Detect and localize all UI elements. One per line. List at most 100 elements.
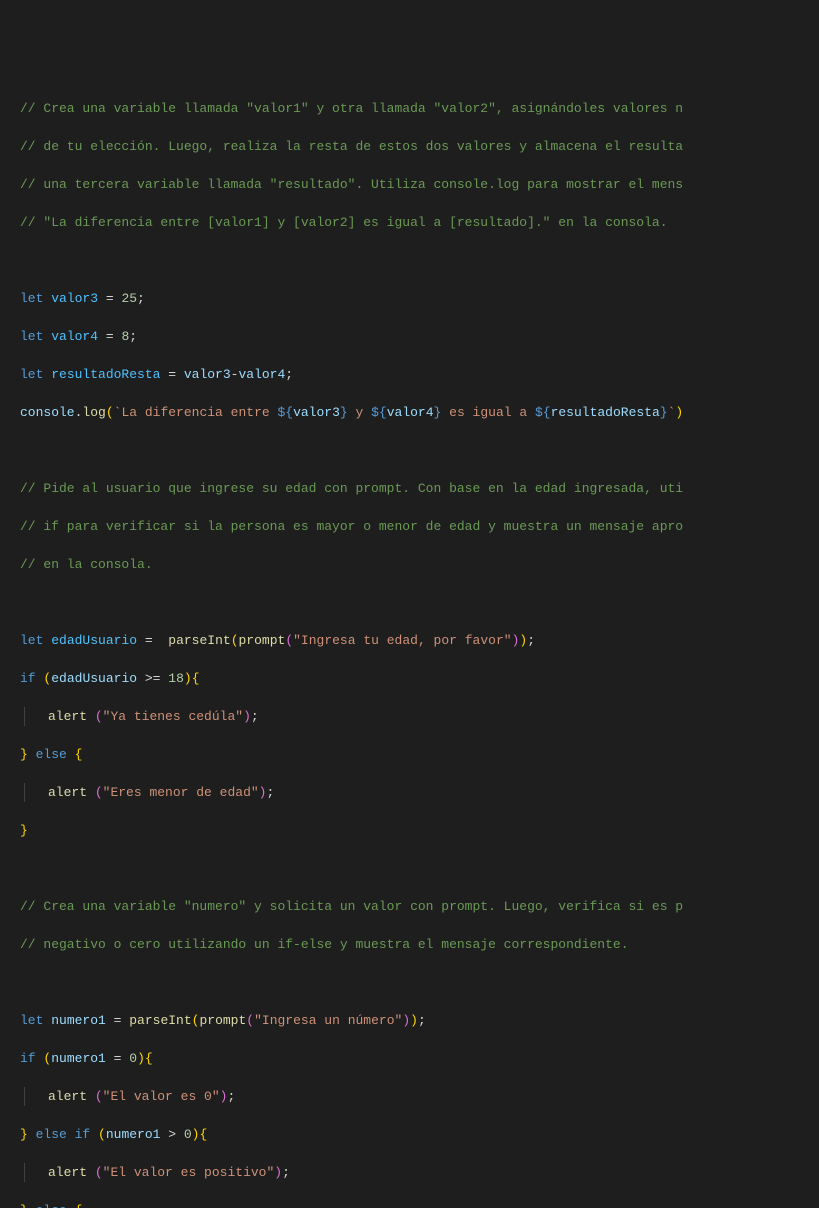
comment: // en la consola. bbox=[20, 557, 153, 572]
punct: ; bbox=[129, 329, 137, 344]
operator: = bbox=[160, 367, 183, 382]
brace: { bbox=[75, 747, 83, 762]
keyword-let: let bbox=[20, 633, 43, 648]
string: "Ingresa tu edad, por favor" bbox=[293, 633, 511, 648]
operator: = bbox=[137, 633, 160, 648]
code-line bbox=[0, 593, 819, 612]
func-alert: alert bbox=[48, 1165, 87, 1180]
comment: // Pide al usuario que ingrese su edad c… bbox=[20, 481, 683, 496]
code-line: // "La diferencia entre [valor1] y [valo… bbox=[0, 213, 819, 232]
punct: ; bbox=[251, 709, 259, 724]
paren: ) bbox=[220, 1089, 228, 1104]
brace: { bbox=[75, 1203, 83, 1208]
variable: numero1 bbox=[51, 1051, 106, 1066]
comment: // negativo o cero utilizando un if-else… bbox=[20, 937, 629, 952]
code-line: let edadUsuario = parseInt(prompt("Ingre… bbox=[0, 631, 819, 650]
operator: >= bbox=[137, 671, 168, 686]
paren: ( bbox=[95, 785, 103, 800]
func-prompt: prompt bbox=[199, 1013, 246, 1028]
variable: valor3 bbox=[184, 367, 231, 382]
operator: = bbox=[98, 329, 121, 344]
func-parseInt: parseInt bbox=[168, 633, 230, 648]
paren: ) bbox=[512, 633, 520, 648]
brace: { bbox=[192, 671, 200, 686]
comment: // if para verificar si la persona es ma… bbox=[20, 519, 683, 534]
code-line: let resultadoResta = valor3-valor4; bbox=[0, 365, 819, 384]
code-line bbox=[0, 251, 819, 270]
tpl-open: ${ bbox=[371, 405, 387, 420]
brace: } bbox=[20, 1127, 28, 1142]
punct: ; bbox=[266, 785, 274, 800]
code-line: let numero1 = parseInt(prompt("Ingresa u… bbox=[0, 1011, 819, 1030]
paren: ) bbox=[184, 671, 192, 686]
code-line: alert ("Ya tienes cedúla"); bbox=[0, 707, 819, 726]
variable: edadUsuario bbox=[51, 671, 137, 686]
keyword-let: let bbox=[20, 367, 43, 382]
paren: ( bbox=[43, 671, 51, 686]
variable: numero1 bbox=[106, 1127, 161, 1142]
space bbox=[160, 633, 168, 648]
string: y bbox=[348, 405, 371, 420]
string: `La diferencia entre bbox=[114, 405, 278, 420]
paren: ) bbox=[410, 1013, 418, 1028]
keyword-let: let bbox=[20, 291, 43, 306]
keyword-let: let bbox=[20, 329, 43, 344]
code-line bbox=[0, 441, 819, 460]
code-line bbox=[0, 859, 819, 878]
number: 25 bbox=[121, 291, 137, 306]
paren: ( bbox=[95, 1165, 103, 1180]
brace: } bbox=[20, 747, 28, 762]
tpl-open: ${ bbox=[277, 405, 293, 420]
operator: = bbox=[98, 291, 121, 306]
code-line bbox=[0, 973, 819, 992]
func-parseInt: parseInt bbox=[129, 1013, 191, 1028]
code-line: // una tercera variable llamada "resulta… bbox=[0, 175, 819, 194]
comment: // "La diferencia entre [valor1] y [valo… bbox=[20, 215, 668, 230]
number: 18 bbox=[168, 671, 184, 686]
space bbox=[87, 709, 95, 724]
string: "El valor es positivo" bbox=[103, 1165, 275, 1180]
code-line: alert ("El valor es positivo"); bbox=[0, 1163, 819, 1182]
space bbox=[87, 1165, 95, 1180]
tpl-open: ${ bbox=[535, 405, 551, 420]
code-editor[interactable]: // Crea una variable llamada "valor1" y … bbox=[0, 80, 819, 1208]
code-line: alert ("El valor es 0"); bbox=[0, 1087, 819, 1106]
brace: { bbox=[145, 1051, 153, 1066]
operator: = bbox=[106, 1051, 129, 1066]
punct: ; bbox=[527, 633, 535, 648]
func-alert: alert bbox=[48, 785, 87, 800]
comment: // de tu elección. Luego, realiza la res… bbox=[20, 139, 683, 154]
paren: ) bbox=[402, 1013, 410, 1028]
func-alert: alert bbox=[48, 709, 87, 724]
punct: ; bbox=[285, 367, 293, 382]
paren: ( bbox=[231, 633, 239, 648]
comment: // Crea una variable llamada "valor1" y … bbox=[20, 101, 683, 116]
keyword-else: else bbox=[28, 747, 75, 762]
code-line: let valor4 = 8; bbox=[0, 327, 819, 346]
paren: ( bbox=[285, 633, 293, 648]
code-line: if (edadUsuario >= 18){ bbox=[0, 669, 819, 688]
brace: } bbox=[20, 1203, 28, 1208]
func-log: log bbox=[82, 405, 105, 420]
variable: resultadoResta bbox=[551, 405, 660, 420]
paren: ( bbox=[95, 709, 103, 724]
paren: ) bbox=[243, 709, 251, 724]
code-line: let valor3 = 25; bbox=[0, 289, 819, 308]
paren: ( bbox=[43, 1051, 51, 1066]
keyword-if: if bbox=[20, 1051, 36, 1066]
console: console bbox=[20, 405, 75, 420]
number: 0 bbox=[184, 1127, 192, 1142]
string: "Eres menor de edad" bbox=[103, 785, 259, 800]
punct: ; bbox=[418, 1013, 426, 1028]
variable: valor3 bbox=[51, 291, 98, 306]
operator: = bbox=[106, 1013, 129, 1028]
keyword-else: else bbox=[28, 1203, 75, 1208]
operator: > bbox=[160, 1127, 183, 1142]
paren: ( bbox=[98, 1127, 106, 1142]
space bbox=[87, 785, 95, 800]
paren: ) bbox=[519, 633, 527, 648]
code-line: if (numero1 = 0){ bbox=[0, 1049, 819, 1068]
punct: ; bbox=[137, 291, 145, 306]
tpl-close: } bbox=[660, 405, 668, 420]
code-line: // negativo o cero utilizando un if-else… bbox=[0, 935, 819, 954]
